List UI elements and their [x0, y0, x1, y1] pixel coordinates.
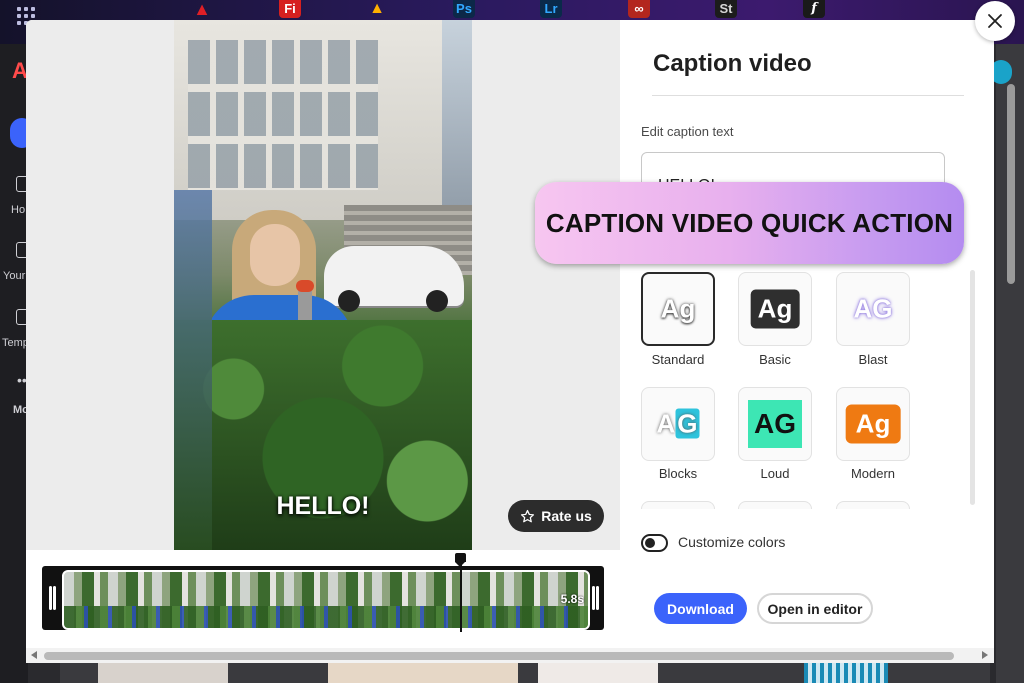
panel-title: Caption video — [653, 50, 812, 77]
duration-label: 5.8s — [560, 592, 584, 606]
vertical-scroll-thumb[interactable] — [1007, 84, 1015, 284]
fonts-icon[interactable]: f — [803, 0, 825, 18]
rate-us-label: Rate us — [541, 508, 592, 524]
caption-video-dialog: HELLO! Rate us 5.8s Caption video Edit c… — [26, 20, 994, 663]
scroll-right-arrow[interactable] — [982, 651, 988, 659]
style-sample-blast: AG — [853, 293, 893, 324]
style-blocks[interactable]: AG — [641, 387, 715, 461]
toggle-knob — [645, 538, 655, 548]
style-loud[interactable]: AG — [738, 387, 812, 461]
timeline-filmstrip[interactable]: 5.8s — [62, 570, 590, 630]
style-sample-standard: Ag — [660, 293, 696, 324]
rate-us-button[interactable]: Rate us — [508, 500, 604, 532]
express-icon[interactable]: ▲ — [366, 0, 388, 18]
style-blast[interactable]: AG — [836, 272, 910, 346]
close-dialog-button[interactable] — [975, 1, 1015, 41]
acrobat-pdf-icon[interactable]: ∞ — [628, 0, 650, 18]
styles-scrollbar[interactable] — [970, 270, 975, 505]
style-modern[interactable]: Ag — [836, 387, 910, 461]
quick-action-banner: CAPTION VIDEO QUICK ACTION — [535, 182, 964, 264]
style-standard[interactable]: Ag — [641, 272, 715, 346]
close-icon — [988, 14, 1002, 28]
customize-colors-toggle[interactable] — [641, 534, 668, 552]
template-thumbnail — [804, 660, 888, 683]
video-scene-microphone-top — [296, 280, 314, 292]
style-card-partial[interactable] — [738, 501, 812, 509]
style-label-blast: Blast — [858, 352, 888, 367]
video-scene-wheel — [426, 290, 448, 312]
title-divider — [652, 95, 964, 96]
video-preview-area: HELLO! Rate us — [26, 20, 620, 550]
style-sample-loud: AG — [748, 400, 802, 448]
video-timeline[interactable]: 5.8s — [42, 566, 604, 630]
stock-icon[interactable]: St — [715, 0, 737, 18]
page-vertical-scrollbar[interactable] — [1004, 84, 1018, 284]
video-scene-person-face — [250, 224, 300, 286]
trim-handle-right-grip[interactable] — [596, 586, 599, 610]
style-label-standard: Standard — [651, 352, 705, 367]
timeline-filmstrip-frames — [64, 606, 588, 628]
style-label-basic: Basic — [759, 352, 791, 367]
download-button[interactable]: Download — [654, 593, 747, 624]
caption-text-label: Edit caption text — [641, 124, 734, 139]
trim-handle-left[interactable] — [49, 586, 52, 610]
customize-colors-label: Customize colors — [678, 534, 786, 550]
style-label-modern: Modern — [850, 466, 896, 481]
trim-handle-left-grip[interactable] — [53, 586, 56, 610]
playhead[interactable] — [460, 560, 462, 632]
star-icon — [521, 509, 535, 522]
video-scene-windows-rows — [188, 40, 378, 190]
template-thumbnail — [98, 660, 228, 683]
photoshop-icon[interactable]: Ps — [453, 0, 475, 18]
fresco-icon[interactable]: Fi — [279, 0, 301, 18]
caption-overlay: HELLO! — [276, 492, 370, 520]
video-player[interactable]: HELLO! — [174, 20, 472, 550]
style-sample-basic: Ag — [750, 289, 800, 329]
scroll-left-arrow[interactable] — [31, 651, 37, 659]
style-sample-blocks: AG — [656, 408, 700, 439]
style-label-loud: Loud — [760, 466, 790, 481]
style-sample-modern: Ag — [845, 404, 901, 444]
video-scene-wheel — [338, 290, 360, 312]
style-card-partial[interactable] — [641, 501, 715, 509]
acrobat-icon[interactable]: ▲ — [191, 0, 213, 18]
trim-handle-right[interactable] — [592, 586, 595, 610]
style-card-partial[interactable] — [836, 501, 910, 509]
horizontal-scroll-thumb[interactable] — [44, 652, 954, 660]
horizontal-scrollbar[interactable] — [26, 648, 994, 663]
template-thumbnail — [328, 660, 518, 683]
video-scene-tower — [442, 20, 472, 220]
style-basic[interactable]: Ag — [738, 272, 812, 346]
template-thumbnail — [538, 660, 658, 683]
open-in-editor-button[interactable]: Open in editor — [757, 593, 873, 624]
lightroom-icon[interactable]: Lr — [540, 0, 562, 18]
style-label-blocks: Blocks — [658, 466, 698, 481]
